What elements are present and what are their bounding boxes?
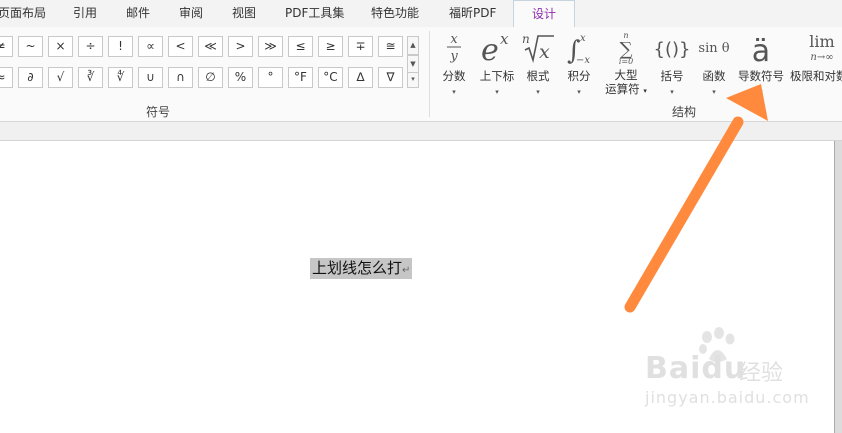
svg-text:x: x: [539, 41, 550, 63]
symbol-union[interactable]: ∪: [138, 67, 163, 88]
svg-text:n: n: [522, 32, 530, 46]
watermark-cn: 经验: [739, 361, 784, 386]
tab-page-layout[interactable]: 页面布局: [0, 0, 46, 27]
symbols-group-label: 符号: [146, 105, 171, 119]
bracket-icon: {()}: [654, 30, 691, 66]
fraction-icon: x y: [438, 30, 470, 66]
svg-text:{()}: {()}: [655, 39, 689, 60]
gallery-scroll-down-button[interactable]: ▼: [407, 55, 419, 73]
limit-log-button[interactable]: lim n→∞ 极限和对数: [790, 30, 842, 96]
large-operator-label: 大型 运算符 ▾: [605, 68, 647, 96]
tab-design[interactable]: 设计: [513, 0, 575, 28]
gallery-scroll-up-button[interactable]: ▲: [407, 36, 419, 55]
svg-text:x: x: [450, 32, 458, 47]
symbol-square-root[interactable]: √: [48, 67, 73, 88]
symbol-increment[interactable]: ∆: [348, 67, 373, 88]
tab-review[interactable]: 审阅: [179, 0, 203, 27]
group-separator: [429, 31, 430, 117]
svg-text:sin θ: sin θ: [698, 41, 729, 56]
symbol-times[interactable]: ×: [48, 36, 73, 57]
integral-button[interactable]: ∫ x −x 积分 ▾: [564, 30, 594, 96]
tab-foxit-pdf[interactable]: 福昕PDF: [449, 0, 496, 27]
ruler: [0, 122, 842, 141]
symbol-approx[interactable]: ≈: [0, 67, 13, 88]
tab-mailings[interactable]: 邮件: [126, 0, 150, 27]
symbol-fourth-root[interactable]: ∜: [108, 67, 133, 88]
symbol-fahrenheit[interactable]: °F: [288, 67, 313, 88]
bracket-button[interactable]: {()} 括号 ▾: [654, 30, 691, 96]
symbol-factorial[interactable]: !: [108, 36, 133, 57]
svg-text:ä: ä: [752, 34, 770, 66]
fraction-label: 分数 ▾: [442, 69, 466, 96]
structures-group-label: 结构: [672, 105, 697, 119]
symbol-nabla[interactable]: ∇: [378, 67, 403, 88]
radical-icon: n x: [521, 30, 555, 66]
limit-log-label: 极限和对数: [790, 69, 842, 83]
symbol-divide[interactable]: ÷: [78, 36, 103, 57]
function-icon: sin θ: [697, 30, 731, 66]
svg-text:x: x: [500, 30, 509, 48]
watermark-logo: Baidu: [645, 351, 747, 386]
symbol-degree[interactable]: °: [258, 67, 283, 88]
svg-text:n→∞: n→∞: [810, 52, 833, 63]
paragraph-mark: ↵: [402, 265, 411, 276]
symbol-intersection[interactable]: ∩: [168, 67, 193, 88]
svg-text:i=0: i=0: [619, 57, 633, 66]
large-operator-button[interactable]: n ∑ i=0 大型 运算符 ▾: [605, 30, 647, 96]
svg-text:lim: lim: [809, 32, 834, 51]
symbol-proportional[interactable]: ∝: [138, 36, 163, 57]
svg-text:−x: −x: [576, 55, 590, 66]
bracket-label: 括号 ▾: [660, 69, 684, 96]
symbol-percent[interactable]: %: [228, 67, 253, 88]
symbol-minus-plus[interactable]: ∓: [348, 36, 373, 57]
limit-icon: lim n→∞: [800, 30, 842, 66]
svg-text:e: e: [481, 33, 499, 66]
gallery-more-button[interactable]: ▾: [407, 72, 419, 88]
svg-text:x: x: [580, 33, 586, 44]
svg-text:y: y: [449, 49, 458, 64]
superscript-icon: e x: [477, 30, 517, 68]
document-area: 上划线怎么打↵ Baidu 经验 jingyan.baidu.com: [0, 122, 842, 433]
accent-label: 导数符号 ▾: [738, 69, 784, 96]
baidu-watermark: Baidu 经验 jingyan.baidu.com: [645, 327, 809, 417]
integral-label: 积分 ▾: [567, 69, 591, 96]
equation-box[interactable]: 上划线怎么打↵: [310, 258, 413, 279]
symbol-less-than[interactable]: <: [168, 36, 193, 57]
symbol-greater-equal[interactable]: ≥: [318, 36, 343, 57]
equation-text: 上划线怎么打: [312, 259, 403, 277]
symbol-less-equal[interactable]: ≤: [288, 36, 313, 57]
fraction-button[interactable]: x y 分数 ▾: [438, 30, 470, 96]
tab-references[interactable]: 引用: [73, 0, 97, 27]
ribbon-tab-bar: 页面布局 引用 邮件 审阅 视图 PDF工具集 特色功能 福昕PDF 设计: [0, 0, 842, 28]
ribbon-panel: ≠ ~ × ÷ ! ∝ < ≪ > ≫ ≤ ≥ ∓ ≅ ≈ ∂ √ ∛ ∜ ∪ …: [0, 27, 842, 122]
function-label: 函数 ▾: [702, 69, 726, 96]
radical-button[interactable]: n x 根式 ▾: [521, 30, 555, 96]
accent-icon: ä: [741, 30, 781, 69]
symbol-tilde[interactable]: ~: [18, 36, 43, 57]
summation-icon: n ∑ i=0: [606, 30, 646, 66]
symbol-empty-set[interactable]: ∅: [198, 67, 223, 88]
script-button[interactable]: e x 上下标 ▾: [477, 30, 517, 96]
symbol-not-equal[interactable]: ≠: [0, 36, 13, 57]
tab-view[interactable]: 视图: [232, 0, 256, 27]
radical-label: 根式 ▾: [526, 69, 550, 96]
symbol-congruent[interactable]: ≅: [378, 36, 403, 57]
symbol-much-less[interactable]: ≪: [198, 36, 223, 57]
integral-icon: ∫ x −x: [564, 30, 594, 66]
tab-pdf-tools[interactable]: PDF工具集: [285, 0, 344, 27]
tab-special-features[interactable]: 特色功能: [371, 0, 419, 27]
symbol-cube-root[interactable]: ∛: [78, 67, 103, 88]
accent-button[interactable]: ä 导数符号 ▾: [738, 30, 784, 96]
symbol-celsius[interactable]: °C: [318, 67, 343, 88]
watermark-url: jingyan.baidu.com: [645, 388, 810, 407]
symbol-greater-than[interactable]: >: [228, 36, 253, 57]
symbol-much-greater[interactable]: ≫: [258, 36, 283, 57]
symbol-partial[interactable]: ∂: [18, 67, 43, 88]
function-button[interactable]: sin θ 函数 ▾: [697, 30, 731, 96]
